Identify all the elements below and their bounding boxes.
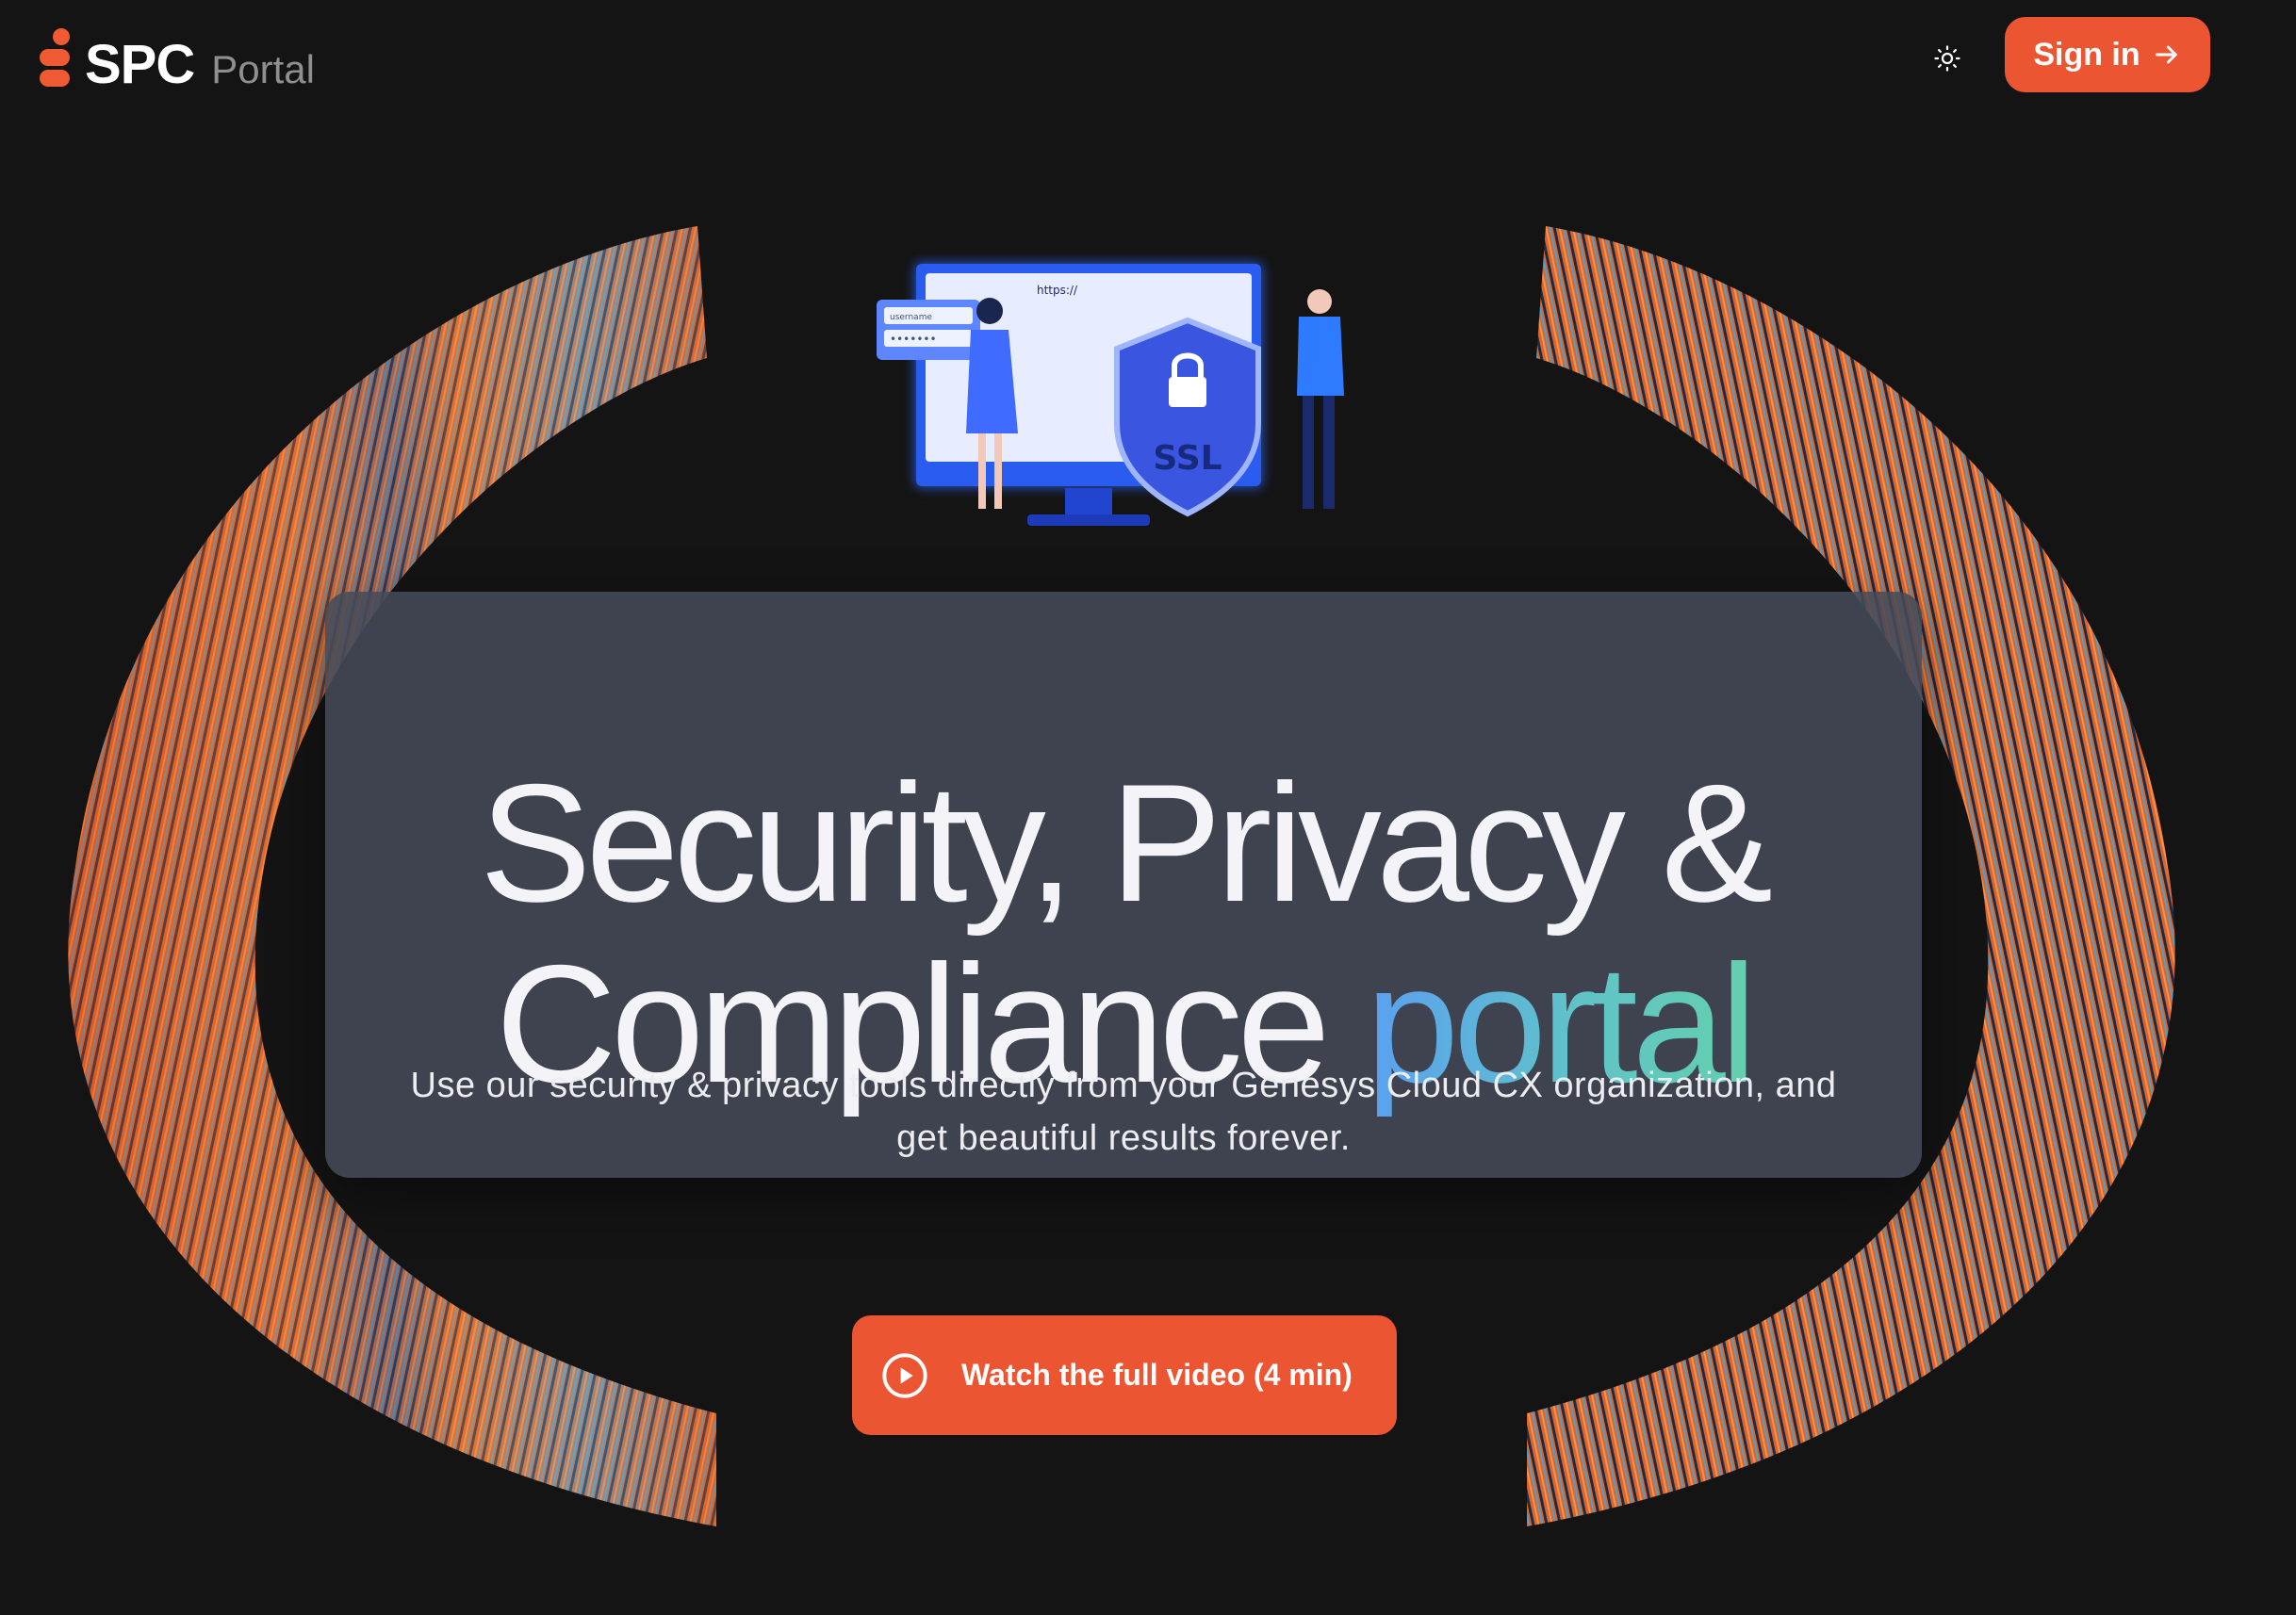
svg-text:SSL: SSL [1153, 439, 1222, 478]
hero-card: Security, Privacy & Compliance portal Us… [325, 592, 1922, 1178]
brand-logo[interactable]: SPC Portal [40, 24, 315, 96]
top-bar: SPC Portal Sign in [0, 0, 2296, 113]
hero-title-line1: Security, Privacy & [479, 749, 1773, 938]
watch-video-label: Watch the full video (4 min) [961, 1358, 1353, 1392]
brand-name: SPC [85, 34, 195, 95]
svg-text:•••••••: ••••••• [890, 333, 937, 346]
brand-subtitle: Portal [211, 47, 315, 91]
sign-in-label: Sign in [2033, 36, 2140, 73]
play-circle-icon [882, 1352, 927, 1398]
watch-video-button[interactable]: Watch the full video (4 min) [852, 1315, 1397, 1435]
hero-subtitle: Use our security & privacy tools directl… [410, 1066, 1837, 1158]
svg-text:username: username [890, 313, 932, 322]
sun-icon [1934, 45, 1960, 72]
logo-icon [40, 28, 72, 87]
arrow-right-icon [2155, 45, 2177, 64]
sign-in-button[interactable]: Sign in [2005, 17, 2210, 92]
theme-toggle-button[interactable] [1928, 40, 1966, 77]
security-illustration: https:// username ••••••• SSL [877, 262, 1344, 526]
svg-text:https://: https:// [1037, 284, 1078, 297]
